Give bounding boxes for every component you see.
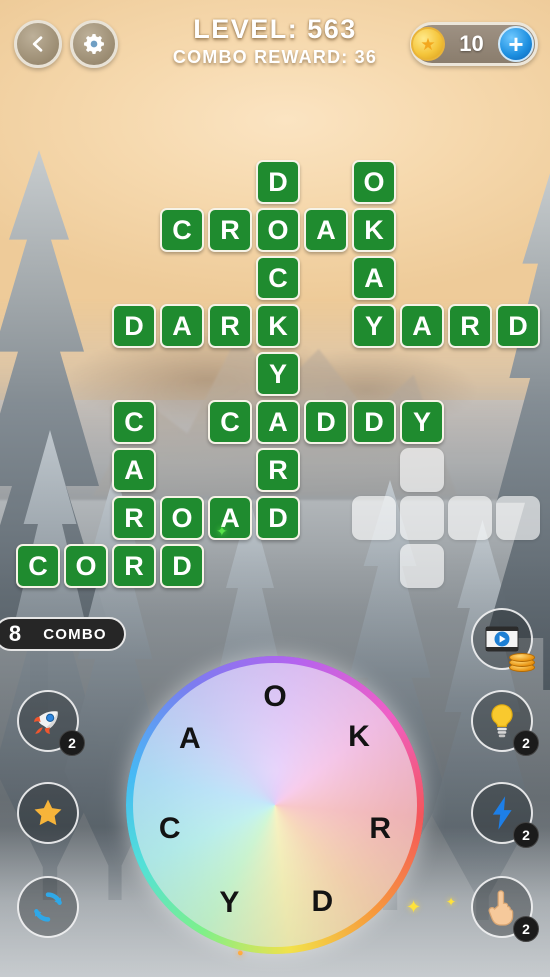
sparkle-icon: ✦ <box>446 895 457 909</box>
grid-tile-filled: O <box>160 496 204 540</box>
grid-tile-filled: A <box>304 208 348 252</box>
grid-tile-filled: K <box>256 304 300 348</box>
shuffle-icon <box>34 892 62 922</box>
grid-tile-filled: R <box>208 304 252 348</box>
grid-tile-filled: Y <box>352 304 396 348</box>
grid-tile-filled: O <box>64 544 108 588</box>
grid-tile-filled: A <box>256 400 300 444</box>
wheel-letter-c[interactable]: C <box>150 809 190 849</box>
rocket-booster-button[interactable]: 2 <box>17 690 85 756</box>
grid-tile-empty <box>496 496 540 540</box>
video-icon <box>485 626 519 652</box>
combo-badge: 8 COMBO <box>0 617 126 651</box>
grid-tile-filled: R <box>448 304 492 348</box>
shuffle-button[interactable] <box>17 876 79 938</box>
wheel-letter-d[interactable]: D <box>302 882 342 922</box>
wheel-letter-y[interactable]: Y <box>209 883 249 923</box>
rocket-icon <box>34 711 58 734</box>
watch-ad-coins-button[interactable] <box>471 608 535 672</box>
grid-tile-filled: A <box>112 448 156 492</box>
grid-tile-filled: R <box>112 544 156 588</box>
sparkle-icon: ✦ <box>406 897 422 917</box>
grid-tile-filled: A <box>400 304 444 348</box>
grid-tile-filled: O <box>256 208 300 252</box>
lightning-boost-button[interactable]: 2 <box>471 782 539 848</box>
grid-tile-filled: A <box>352 256 396 300</box>
wheel-letter-k[interactable]: K <box>339 717 379 757</box>
grid-tile-filled: D <box>256 160 300 204</box>
grid-tile-filled: D <box>352 400 396 444</box>
grid-tile-filled: D <box>496 304 540 348</box>
hand-badge-count: 2 <box>513 916 539 942</box>
coin-stack-icon <box>509 650 537 672</box>
crossword-grid: DOCROAKCADARKYARDYCCADDYARROADCORD <box>0 0 550 588</box>
grid-tile-filled: C <box>16 544 60 588</box>
lightbulb-icon <box>491 704 513 738</box>
grid-tile-empty <box>448 496 492 540</box>
grid-tile-empty <box>400 448 444 492</box>
sparkle-icon: ✦ <box>216 523 228 539</box>
grid-tile-filled: Y <box>400 400 444 444</box>
grid-tile-filled: R <box>112 496 156 540</box>
wheel-letter-r[interactable]: R <box>360 809 400 849</box>
hint-bulb-button[interactable]: 2 <box>471 690 539 756</box>
grid-tile-filled: R <box>256 448 300 492</box>
grid-tile-filled: C <box>256 256 300 300</box>
tap-hint-button[interactable]: 2 <box>471 876 539 942</box>
grid-tile-filled: D <box>304 400 348 444</box>
grid-tile-empty <box>400 544 444 588</box>
combo-count: 8 <box>8 621 22 646</box>
lightning-bolt-icon <box>492 796 512 830</box>
grid-tile-filled: A <box>160 304 204 348</box>
letter-wheel[interactable]: O K RD YC A <box>126 656 424 954</box>
star-icon <box>34 799 62 826</box>
grid-tile-filled: Y <box>256 352 300 396</box>
rocket-badge-count: 2 <box>59 730 85 756</box>
wheel-letter-o[interactable]: O <box>255 677 295 717</box>
grid-tile-filled: K <box>352 208 396 252</box>
grid-tile-filled: C <box>208 400 252 444</box>
grid-tile-empty <box>352 496 396 540</box>
grid-tile-filled: C <box>112 400 156 444</box>
grid-tile-filled: R <box>208 208 252 252</box>
grid-tile-filled: D <box>256 496 300 540</box>
grid-tile-filled: C <box>160 208 204 252</box>
wheel-letter-a[interactable]: A <box>170 719 210 759</box>
letter-wheel-inner[interactable]: O K RD YC A <box>133 663 417 947</box>
grid-tile-filled: O <box>352 160 396 204</box>
grid-tile-filled: D <box>160 544 204 588</box>
bulb-badge-count: 2 <box>513 730 539 756</box>
grid-tile-empty <box>400 496 444 540</box>
grid-tile-filled: D <box>112 304 156 348</box>
grid-tile-filled: A <box>208 496 252 540</box>
game-screen: LEVEL: 563 COMBO REWARD: 36 ★ 10 + DOCRO… <box>0 0 550 977</box>
star-bonus-button[interactable] <box>17 782 79 844</box>
combo-label: COMBO <box>43 625 107 643</box>
bolt-badge-count: 2 <box>513 822 539 848</box>
pointing-hand-icon <box>488 890 514 926</box>
